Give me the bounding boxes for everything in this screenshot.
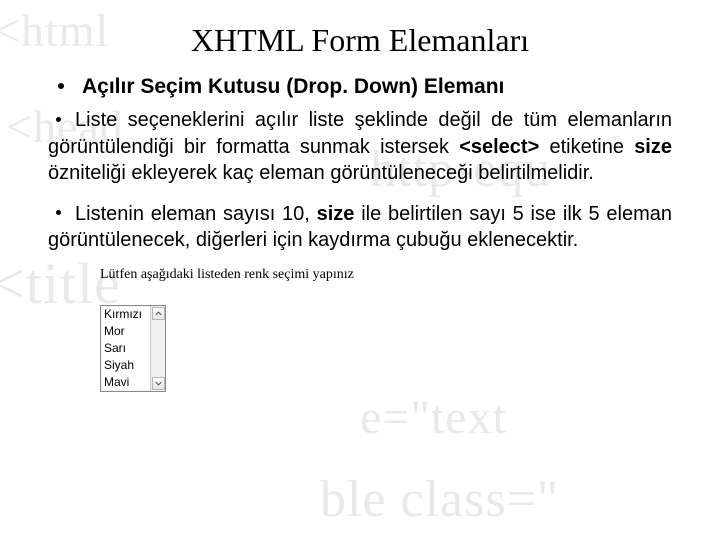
chevron-down-icon	[155, 380, 162, 387]
slide-title: XHTML Form Elemanları	[48, 22, 672, 59]
listbox-scrollbar[interactable]	[150, 306, 165, 391]
bg-line: e="text	[360, 390, 507, 445]
example-figure: Lütfen aşağıdaki listeden renk seçimi ya…	[100, 267, 672, 392]
list-item[interactable]: Mavi	[101, 374, 150, 391]
color-listbox[interactable]: Kırmızı Mor Sarı Siyah Mavi	[100, 305, 166, 392]
paragraph-1: Liste seçeneklerini açılır liste şeklind…	[48, 107, 672, 186]
list-item[interactable]: Kırmızı	[101, 306, 150, 323]
scroll-up-button[interactable]	[152, 307, 165, 320]
chevron-up-icon	[155, 310, 162, 317]
para1-select-tag: <select>	[459, 136, 539, 158]
bullet-dot-icon	[58, 83, 64, 89]
list-item[interactable]: Siyah	[101, 357, 150, 374]
bullet-dot-icon	[56, 210, 61, 215]
figure-prompt: Lütfen aşağıdaki listeden renk seçimi ya…	[100, 267, 672, 283]
para1-text-c: özniteliği ekleyerek kaç eleman görüntül…	[48, 162, 594, 184]
bg-line: ble class="	[320, 470, 559, 529]
bullet-1: Açılır Seçim Kutusu (Drop. Down) Elemanı	[48, 73, 672, 101]
para2-size-word: size	[317, 203, 355, 225]
bullet-dot-icon	[56, 117, 61, 122]
para2-text-a: Listenin eleman sayısı 10,	[75, 203, 317, 225]
para1-text-b: etiketine	[539, 136, 634, 158]
scroll-down-button[interactable]	[152, 377, 165, 390]
scrollbar-track[interactable]	[151, 321, 165, 376]
bullet-1-text: Açılır Seçim Kutusu (Drop. Down) Elemanı	[82, 73, 504, 101]
slide-content: XHTML Form Elemanları Açılır Seçim Kutus…	[0, 0, 720, 392]
listbox-items: Kırmızı Mor Sarı Siyah Mavi	[101, 306, 150, 391]
paragraph-2: Listenin eleman sayısı 10, size ile beli…	[48, 201, 672, 254]
list-item[interactable]: Sarı	[101, 340, 150, 357]
list-item[interactable]: Mor	[101, 323, 150, 340]
para1-size-word: size	[634, 136, 672, 158]
